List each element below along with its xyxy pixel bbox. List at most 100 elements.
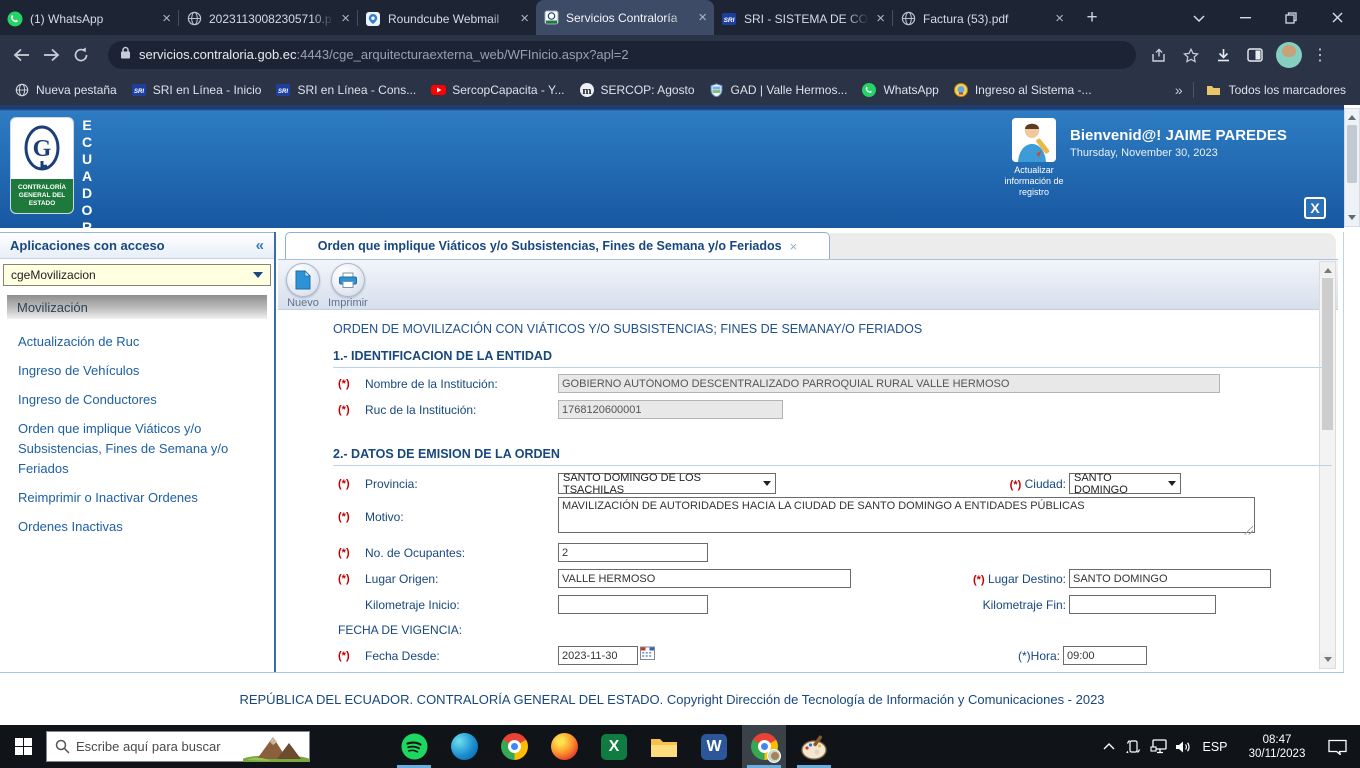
tab-servicios-contraloria-active[interactable]: Servicios Contraloría × <box>536 0 714 35</box>
scroll-up-icon[interactable] <box>1320 262 1335 277</box>
sidebar-item-orden-viaticos[interactable]: Orden que implique Viáticos y/o Subsiste… <box>18 419 268 479</box>
update-registration-link[interactable]: Actualizar información de registro <box>996 165 1072 198</box>
bookmark-star-icon[interactable] <box>1176 40 1206 70</box>
tray-network-icon[interactable] <box>1146 725 1171 768</box>
address-bar[interactable]: servicios.contraloria.gob.ec:4443/cge_ar… <box>108 41 1136 69</box>
bookmark-ingreso-sistema[interactable]: Ingreso al Sistema -... <box>953 82 1092 98</box>
lugar-destino-input[interactable] <box>1069 569 1271 588</box>
bookmark-nueva-pestana[interactable]: Nueva pestaña <box>14 82 117 98</box>
sidebar-item-ingreso-vehiculos[interactable]: Ingreso de Vehículos <box>18 361 268 381</box>
motivo-textarea[interactable]: MAVILIZACIÓN DE AUTORIDADES HACIA LA CIU… <box>558 496 1255 533</box>
taskbar-chrome[interactable] <box>492 725 536 768</box>
bookmarks-overflow-chevron[interactable]: » <box>1175 82 1183 98</box>
forward-icon[interactable] <box>36 40 66 70</box>
tray-clock[interactable]: 08:47 30/11/2023 <box>1242 733 1312 761</box>
taskbar-file-explorer[interactable] <box>642 725 686 768</box>
page-scrollbar[interactable] <box>1344 108 1360 227</box>
tab-close-icon[interactable]: × <box>520 11 529 26</box>
taskbar-excel[interactable]: X <box>592 725 636 768</box>
language-indicator[interactable]: ESP <box>1196 740 1234 754</box>
scroll-thumb[interactable] <box>1322 278 1333 430</box>
tab-search-chevron-icon[interactable] <box>1176 0 1222 35</box>
tab-close-icon[interactable]: × <box>698 10 707 25</box>
hora-desde-input[interactable] <box>1063 646 1147 665</box>
application-select[interactable]: cgeMovilizacion <box>3 264 271 286</box>
weather-widget-icon[interactable] <box>240 733 312 767</box>
scroll-up-icon[interactable] <box>1345 109 1359 124</box>
workspace-tab-orden[interactable]: Orden que implique Viáticos y/o Subsiste… <box>285 232 830 259</box>
taskbar-search[interactable] <box>46 731 312 767</box>
all-bookmarks-button[interactable]: Todos los marcadores <box>1206 82 1346 98</box>
bookmark-sercopcapacita[interactable]: SercopCapacita - Y... <box>430 82 565 98</box>
taskbar-word[interactable]: W <box>692 725 736 768</box>
row-motivo: (*) Motivo: MAVILIZACIÓN DE AUTORIDADES … <box>338 496 1318 536</box>
tab-whatsapp[interactable]: (1) WhatsApp × <box>0 2 178 35</box>
close-window-button[interactable] <box>1314 0 1360 35</box>
km-fin-input[interactable] <box>1069 595 1216 614</box>
tab-close-icon[interactable]: × <box>876 11 885 26</box>
fecha-desde-input[interactable] <box>558 646 638 665</box>
back-icon[interactable] <box>6 40 36 70</box>
new-button[interactable]: Nuevo <box>286 263 320 309</box>
sidebar-item-actualizacion-ruc[interactable]: Actualización de Ruc <box>18 332 268 352</box>
sidebar-item-ordenes-inactivas[interactable]: Ordenes Inactivas <box>18 517 268 537</box>
profile-avatar[interactable] <box>1276 42 1302 68</box>
globe-icon <box>14 82 30 98</box>
url-path: :4443/cge_arquitecturaexterna_web/WFInic… <box>296 47 629 62</box>
tray-sync-device-icon[interactable] <box>1121 725 1146 768</box>
new-tab-button[interactable]: + <box>1077 3 1107 33</box>
bookmark-gad-valle-hermoso[interactable]: GAD | Valle Hermos... <box>709 82 847 98</box>
taskbar-paint[interactable] <box>792 725 836 768</box>
bookmark-label: SRI en Línea - Inicio <box>152 83 262 97</box>
browser-nav-bar: servicios.contraloria.gob.ec:4443/cge_ar… <box>0 35 1360 75</box>
bookmark-sercop-agosto[interactable]: m SERCOP: Agosto <box>579 82 695 98</box>
action-center-icon[interactable] <box>1320 725 1354 768</box>
taskbar-spotify[interactable] <box>392 725 436 768</box>
minimize-button[interactable] <box>1222 0 1268 35</box>
tab-close-icon[interactable]: × <box>341 11 350 26</box>
tab-close-icon[interactable]: × <box>1055 11 1064 26</box>
tray-speaker-icon[interactable] <box>1171 725 1196 768</box>
nombre-institucion-input[interactable] <box>558 374 1220 393</box>
browser-menu-icon[interactable]: ⋮ <box>1308 45 1332 65</box>
sidebar-item-reimprimir-inactivar[interactable]: Reimprimir o Inactivar Ordenes <box>18 488 268 508</box>
bookmark-sri-consultas[interactable]: SRI SRI en Línea - Cons... <box>275 82 416 98</box>
sidebar-title: Aplicaciones con acceso <box>10 238 165 253</box>
tab-sri[interactable]: SRI SRI - SISTEMA DE CO × <box>714 2 892 35</box>
calendar-icon[interactable] <box>640 646 655 665</box>
taskbar-firefox[interactable] <box>542 725 586 768</box>
start-button[interactable] <box>0 725 46 768</box>
screen: (1) WhatsApp × 20231130082305710.p × Rou… <box>0 0 1360 768</box>
side-panel-icon[interactable] <box>1240 40 1270 70</box>
header-close-button[interactable]: X <box>1304 197 1326 219</box>
bookmark-sri-inicio[interactable]: SRI SRI en Línea - Inicio <box>131 82 262 98</box>
sidebar-collapse-icon[interactable]: « <box>256 237 264 254</box>
sidebar-group-movilizacion[interactable]: Movilización <box>7 295 267 319</box>
taskbar-edge[interactable] <box>442 725 486 768</box>
taskbar-chrome-profile-active[interactable] <box>742 725 786 768</box>
scroll-down-icon[interactable] <box>1320 653 1335 668</box>
workspace-tab-close-icon[interactable]: × <box>790 239 798 254</box>
download-icon[interactable] <box>1208 40 1238 70</box>
km-inicio-input[interactable] <box>558 595 708 614</box>
restore-button[interactable] <box>1268 0 1314 35</box>
scroll-down-icon[interactable] <box>1345 211 1359 226</box>
tab-roundcube[interactable]: Roundcube Webmail × <box>358 2 536 35</box>
scroll-thumb[interactable] <box>1347 125 1357 183</box>
search-input[interactable] <box>76 739 236 754</box>
tab-pdf-download[interactable]: 20231130082305710.p × <box>179 2 357 35</box>
bookmark-label: Nueva pestaña <box>36 83 117 97</box>
ciudad-select[interactable]: SANTO DOMINGO <box>1069 472 1181 496</box>
ocupantes-input[interactable] <box>558 543 708 562</box>
tab-close-icon[interactable]: × <box>162 11 171 26</box>
sidebar-header: Aplicaciones con acceso « <box>0 232 274 259</box>
ruc-institucion-input[interactable] <box>558 400 783 419</box>
tab-factura-pdf[interactable]: Factura (53).pdf × <box>893 2 1071 35</box>
print-button[interactable]: Imprimir <box>328 263 368 309</box>
sidebar-item-ingreso-conductores[interactable]: Ingreso de Conductores <box>18 390 268 410</box>
user-avatar[interactable] <box>1012 118 1056 162</box>
tray-chevron-up-icon[interactable] <box>1096 725 1121 768</box>
reload-icon[interactable] <box>66 40 96 70</box>
share-icon[interactable] <box>1144 40 1174 70</box>
bookmark-whatsapp[interactable]: WhatsApp <box>861 82 939 98</box>
